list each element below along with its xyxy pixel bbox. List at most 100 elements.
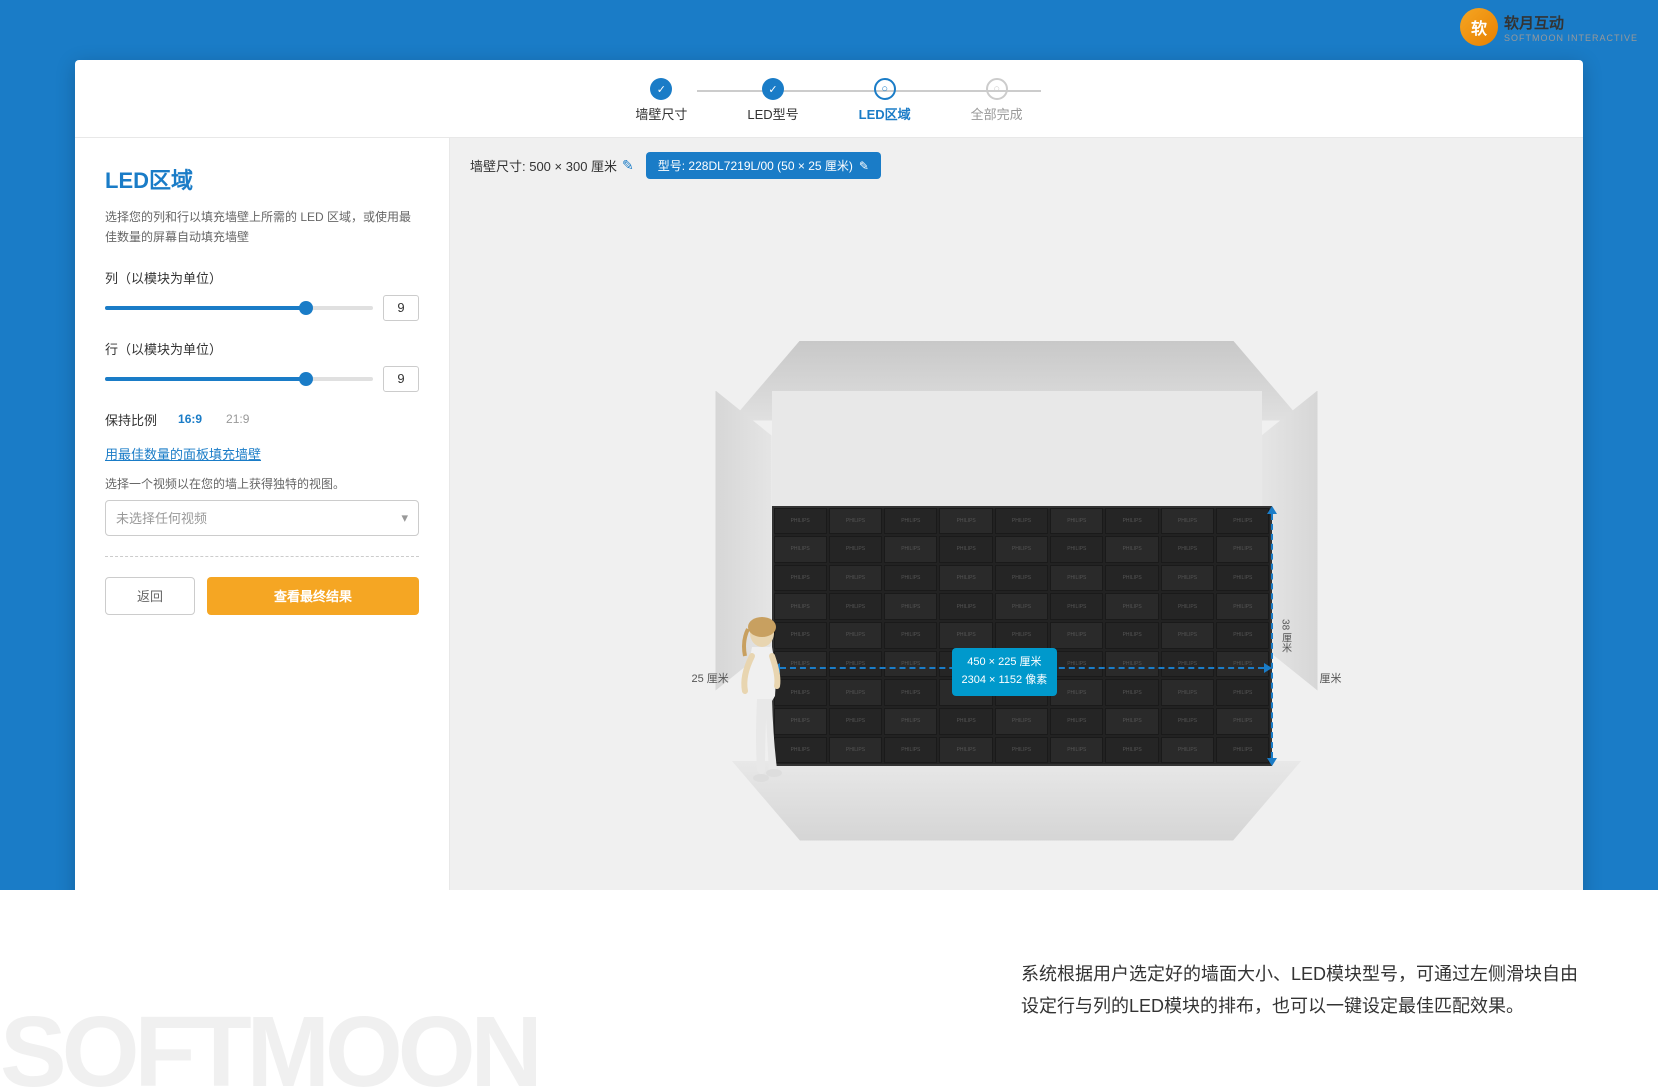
divider: [105, 556, 419, 557]
led-cell: PHILIPS: [1050, 622, 1103, 649]
ratio-label: 保持比例: [105, 410, 157, 429]
led-cell: PHILIPS: [939, 622, 992, 649]
step-label-2: LED型号: [747, 104, 798, 123]
led-cell: PHILIPS: [1105, 622, 1158, 649]
model-text: 型号: 228DL7219L/00 (50 × 25 厘米): [658, 157, 853, 174]
led-cell: PHILIPS: [939, 565, 992, 592]
led-cell: PHILIPS: [884, 508, 937, 535]
ratio-21-9[interactable]: 21:9: [220, 410, 255, 428]
v-measure: 38 厘米: [1267, 506, 1277, 766]
col-slider-thumb[interactable]: [299, 301, 313, 315]
top-logo-area: 软 软月互动 SOFTMOON INTERACTIVE: [1460, 8, 1638, 46]
row-slider-fill: [105, 377, 306, 381]
col-control: 列（以模块为单位） 9: [105, 268, 419, 321]
col-label: 列（以模块为单位）: [105, 268, 419, 287]
model-badge[interactable]: 型号: 228DL7219L/00 (50 × 25 厘米) ✎: [646, 152, 881, 179]
led-cell: PHILIPS: [939, 708, 992, 735]
led-cell: PHILIPS: [939, 737, 992, 764]
step-circle-3: ○: [874, 78, 896, 100]
led-cell: PHILIPS: [884, 622, 937, 649]
led-cell: PHILIPS: [1050, 679, 1103, 706]
step-item-4[interactable]: ○ 全部完成: [971, 78, 1023, 123]
led-cell: PHILIPS: [1105, 536, 1158, 563]
led-cell: PHILIPS: [1161, 536, 1214, 563]
led-cell: PHILIPS: [1105, 593, 1158, 620]
edit-model-icon: ✎: [859, 159, 869, 173]
led-cell: PHILIPS: [1105, 679, 1158, 706]
led-cell: PHILIPS: [1216, 565, 1269, 592]
led-cell: PHILIPS: [774, 536, 827, 563]
ratio-16-9[interactable]: 16:9: [172, 410, 208, 428]
step-item-1[interactable]: ✓ 墙壁尺寸: [635, 78, 687, 123]
room-wrapper: PHILIPSPHILIPSPHILIPSPHILIPSPHILIPSPHILI…: [692, 341, 1342, 841]
bottom-watermark: SOFTMOON: [0, 995, 538, 1090]
step-label-1: 墙壁尺寸: [635, 104, 687, 123]
row-value: 9: [383, 366, 419, 392]
led-cell: PHILIPS: [1216, 679, 1269, 706]
step-circle-1: ✓: [650, 78, 672, 100]
led-cell: PHILIPS: [829, 737, 882, 764]
led-cell: PHILIPS: [1050, 536, 1103, 563]
led-cell: PHILIPS: [995, 622, 1048, 649]
led-cell: PHILIPS: [1216, 593, 1269, 620]
led-cell: PHILIPS: [829, 622, 882, 649]
h-label-right: 厘米: [1320, 670, 1342, 686]
led-cell: PHILIPS: [884, 536, 937, 563]
led-cell: PHILIPS: [884, 565, 937, 592]
led-cell: PHILIPS: [1161, 565, 1214, 592]
video-dropdown-value: 未选择任何视频: [116, 508, 207, 527]
logo-ball: 软: [1460, 8, 1498, 46]
best-fit-link[interactable]: 用最佳数量的面板填充墙壁: [105, 444, 419, 463]
led-cell: PHILIPS: [774, 508, 827, 535]
step-label-4: 全部完成: [971, 104, 1023, 123]
led-cell: PHILIPS: [829, 708, 882, 735]
led-cell: PHILIPS: [1050, 565, 1103, 592]
size-tooltip: 450 × 225 厘米 2304 × 1152 像素: [952, 648, 1058, 695]
led-cell: PHILIPS: [1105, 508, 1158, 535]
led-cell: PHILIPS: [995, 508, 1048, 535]
led-cell: PHILIPS: [829, 679, 882, 706]
logo-ball-text: 软: [1471, 15, 1487, 39]
led-cell: PHILIPS: [1161, 593, 1214, 620]
row-slider-thumb[interactable]: [299, 372, 313, 386]
led-cell: PHILIPS: [829, 593, 882, 620]
room-floor: [732, 761, 1302, 841]
step-nav: ✓ 墙壁尺寸 ✓ LED型号 ○ LED区域 ○ 全部完成: [75, 60, 1583, 138]
led-cell: PHILIPS: [1050, 508, 1103, 535]
info-bar: 墙壁尺寸: 500 × 300 厘米 ✎ 型号: 228DL7219L/00 (…: [470, 152, 881, 179]
row-slider-row: 9: [105, 366, 419, 392]
v-measure-label: 38 厘米: [1278, 619, 1293, 653]
led-cell: PHILIPS: [1216, 737, 1269, 764]
step-item-2[interactable]: ✓ LED型号: [747, 78, 798, 123]
video-select-label: 选择一个视频以在您的墙上获得独特的视图。: [105, 475, 419, 492]
led-cell: PHILIPS: [1161, 508, 1214, 535]
led-cell: PHILIPS: [1105, 565, 1158, 592]
led-cell: PHILIPS: [939, 536, 992, 563]
size-tooltip-line2: 2304 × 1152 像素: [962, 672, 1048, 690]
step-item-3[interactable]: ○ LED区域: [859, 78, 911, 123]
video-dropdown[interactable]: 未选择任何视频 ▾: [105, 500, 419, 536]
wall-size-badge: 墙壁尺寸: 500 × 300 厘米 ✎: [470, 156, 634, 175]
step-circle-4: ○: [986, 78, 1008, 100]
led-cell: PHILIPS: [829, 565, 882, 592]
led-cell: PHILIPS: [1161, 737, 1214, 764]
panel-desc: 选择您的列和行以填充墙壁上所需的 LED 区域，或使用最佳数量的屏幕自动填充墙壁: [105, 207, 419, 248]
led-grid: PHILIPSPHILIPSPHILIPSPHILIPSPHILIPSPHILI…: [772, 506, 1272, 766]
led-grid-container: PHILIPSPHILIPSPHILIPSPHILIPSPHILIPSPHILI…: [772, 506, 1272, 766]
col-slider-row: 9: [105, 295, 419, 321]
led-cell: PHILIPS: [995, 536, 1048, 563]
led-cell: PHILIPS: [995, 565, 1048, 592]
col-slider-track[interactable]: [105, 306, 373, 310]
led-cell: PHILIPS: [1161, 679, 1214, 706]
edit-wall-icon[interactable]: ✎: [622, 157, 634, 174]
bottom-text: 系统根据用户选定好的墙面大小、LED模块型号，可通过左侧滑块自由 设定行与列的L…: [1021, 958, 1578, 1023]
row-slider-track[interactable]: [105, 377, 373, 381]
back-button[interactable]: 返回: [105, 577, 195, 615]
led-cell: PHILIPS: [884, 679, 937, 706]
size-tooltip-line1: 450 × 225 厘米: [962, 654, 1048, 672]
led-cell: PHILIPS: [1161, 708, 1214, 735]
result-button[interactable]: 查看最终结果: [207, 577, 419, 615]
ratio-options: 16:9 21:9: [172, 410, 255, 428]
col-slider-fill: [105, 306, 306, 310]
row-label: 行（以模块为单位）: [105, 339, 419, 358]
